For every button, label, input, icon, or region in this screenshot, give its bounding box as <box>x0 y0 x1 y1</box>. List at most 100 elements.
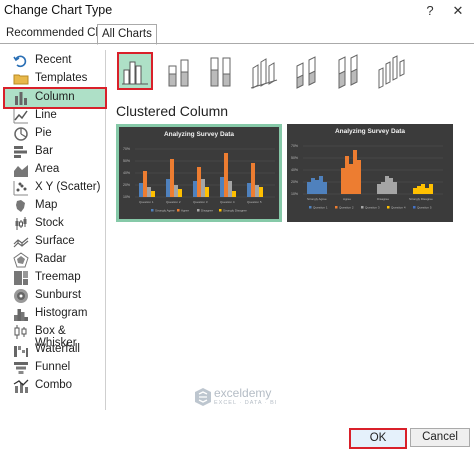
svg-text:Question 5: Question 5 <box>247 200 262 204</box>
sidebar-item-box-whisker[interactable]: Box & Whisker <box>5 323 105 349</box>
svg-text:Strongly Disagree: Strongly Disagree <box>409 197 433 201</box>
preview-chart-graphic: 70% 50% 40% 20% 10% Question 1 Question 2 Ques… <box>123 147 275 213</box>
funnel-chart-icon <box>14 362 28 374</box>
sidebar-item-templates[interactable]: Templates <box>5 70 105 88</box>
sidebar-item-recent[interactable]: Recent <box>5 52 105 70</box>
svg-text:Agree: Agree <box>343 197 351 201</box>
sidebar-item-waterfall[interactable]: Waterfall <box>5 341 105 359</box>
3d-percent-stacked-column-icon <box>338 54 358 89</box>
sidebar-item-label: Stock <box>35 217 64 229</box>
radar-chart-icon <box>13 252 29 268</box>
treemap-chart-icon <box>14 271 28 285</box>
svg-text:40%: 40% <box>123 171 130 175</box>
sidebar-item-scatter[interactable]: X Y (Scatter) <box>5 179 105 197</box>
sidebar-item-treemap[interactable]: Treemap <box>5 269 105 287</box>
preview-chart-title: Analyzing Survey Data <box>163 131 235 138</box>
svg-text:Agree: Agree <box>181 209 189 213</box>
stacked-column-icon <box>168 59 189 87</box>
svg-text:Strongly Agree: Strongly Agree <box>307 197 327 201</box>
percent-stacked-column-icon <box>210 57 231 87</box>
svg-text:Disagree: Disagree <box>377 197 389 201</box>
column-subtype-row <box>115 52 415 92</box>
ok-button[interactable]: OK <box>349 428 407 449</box>
svg-text:Question 1: Question 1 <box>313 206 328 210</box>
svg-text:Question 5: Question 5 <box>417 206 432 210</box>
3d-percent-stacked-column-subtype[interactable] <box>331 52 367 90</box>
stacked-column-subtype[interactable] <box>161 52 197 90</box>
recent-icon <box>13 55 27 68</box>
percent-stacked-column-subtype[interactable] <box>203 52 239 90</box>
sidebar-item-label: Radar <box>35 253 67 265</box>
3d-stacked-column-subtype[interactable] <box>289 52 325 90</box>
stock-chart-icon <box>15 217 27 230</box>
templates-folder-icon <box>13 74 29 85</box>
svg-text:40%: 40% <box>291 168 298 172</box>
chart-type-list: Recent Templates Column Line Pie Bar Are… <box>3 50 107 410</box>
svg-text:20%: 20% <box>123 183 130 187</box>
clustered-column-subtype[interactable] <box>117 52 153 90</box>
sidebar-item-label: Templates <box>35 72 88 84</box>
sidebar-item-label: X Y (Scatter) <box>35 181 101 193</box>
sidebar-item-label: Treemap <box>35 271 81 283</box>
exceldemy-watermark: exceldemy EXCEL · DATA · BI <box>192 385 302 411</box>
sidebar-item-label: Map <box>35 199 58 211</box>
svg-text:Disagree: Disagree <box>201 209 213 213</box>
bar-chart-icon <box>14 146 27 158</box>
sidebar-item-sunburst[interactable]: Sunburst <box>5 287 105 305</box>
sidebar-item-line[interactable]: Line <box>5 107 105 125</box>
sidebar-item-radar[interactable]: Radar <box>5 251 105 269</box>
sidebar-item-surface[interactable]: Surface <box>5 233 105 251</box>
svg-text:10%: 10% <box>123 195 130 199</box>
svg-text:10%: 10% <box>291 192 298 196</box>
sidebar-item-histogram[interactable]: Histogram <box>5 305 105 323</box>
histogram-chart-icon <box>14 309 28 321</box>
svg-text:Question 4: Question 4 <box>220 200 235 204</box>
sidebar-item-map[interactable]: Map <box>5 197 105 215</box>
3d-clustered-column-subtype[interactable] <box>247 52 283 90</box>
watermark-tagline: EXCEL · DATA · BI <box>214 400 278 406</box>
3d-column-icon <box>378 55 405 89</box>
chart-preview-1[interactable]: Analyzing Survey Data 70% 50% 40% 20% 10% Qu… <box>116 124 282 222</box>
sidebar-item-stock[interactable]: Stock <box>5 215 105 233</box>
tab-divider <box>0 43 474 44</box>
area-chart-icon <box>14 165 28 177</box>
sidebar-item-label: Histogram <box>35 307 88 319</box>
sidebar-item-funnel[interactable]: Funnel <box>5 359 105 377</box>
sidebar-item-label: Pie <box>35 127 52 139</box>
preview-chart-title: Analyzing Survey Data <box>334 128 406 135</box>
pie-chart-icon <box>14 127 28 141</box>
sidebar-item-label: Funnel <box>35 361 71 373</box>
dialog-title: Change Chart Type <box>4 3 113 17</box>
sidebar-item-bar[interactable]: Bar <box>5 143 105 161</box>
3d-column-subtype[interactable] <box>373 52 409 90</box>
sidebar-item-label: Surface <box>35 235 75 247</box>
3d-clustered-column-icon <box>250 58 278 89</box>
surface-chart-icon <box>13 237 29 248</box>
sidebar-item-column[interactable]: Column <box>3 87 107 109</box>
title-bar: Change Chart Type ? ✕ <box>0 0 474 22</box>
watermark-name: exceldemy <box>214 386 272 400</box>
svg-text:50%: 50% <box>123 159 130 163</box>
svg-text:Question 4: Question 4 <box>391 206 406 210</box>
help-button[interactable]: ? <box>420 1 440 21</box>
sidebar-item-combo[interactable]: Combo <box>5 377 105 395</box>
column-chart-icon <box>15 92 27 105</box>
svg-text:Question 2: Question 2 <box>339 206 354 210</box>
svg-text:Question 3: Question 3 <box>193 200 208 204</box>
svg-text:Question 1: Question 1 <box>139 200 154 204</box>
sidebar-item-label: Combo <box>35 379 73 391</box>
close-button[interactable]: ✕ <box>448 1 468 21</box>
cancel-button[interactable]: Cancel <box>410 428 470 447</box>
svg-text:Strongly Agree: Strongly Agree <box>155 209 175 213</box>
tab-all-charts[interactable]: All Charts <box>97 24 157 45</box>
sidebar-item-pie[interactable]: Pie <box>5 125 105 143</box>
sidebar-item-area[interactable]: Area <box>5 161 105 179</box>
sidebar-item-label: Sunburst <box>35 289 82 301</box>
exceldemy-logo-icon <box>195 388 211 406</box>
sidebar-item-label: Line <box>35 109 57 121</box>
combo-chart-icon <box>13 379 29 393</box>
chart-preview-2[interactable]: Analyzing Survey Data 70% 50% 40% 20% 10% St… <box>287 124 453 222</box>
svg-text:Question 2: Question 2 <box>166 200 181 204</box>
scatter-chart-icon <box>13 181 28 196</box>
svg-text:Question 3: Question 3 <box>365 206 380 210</box>
